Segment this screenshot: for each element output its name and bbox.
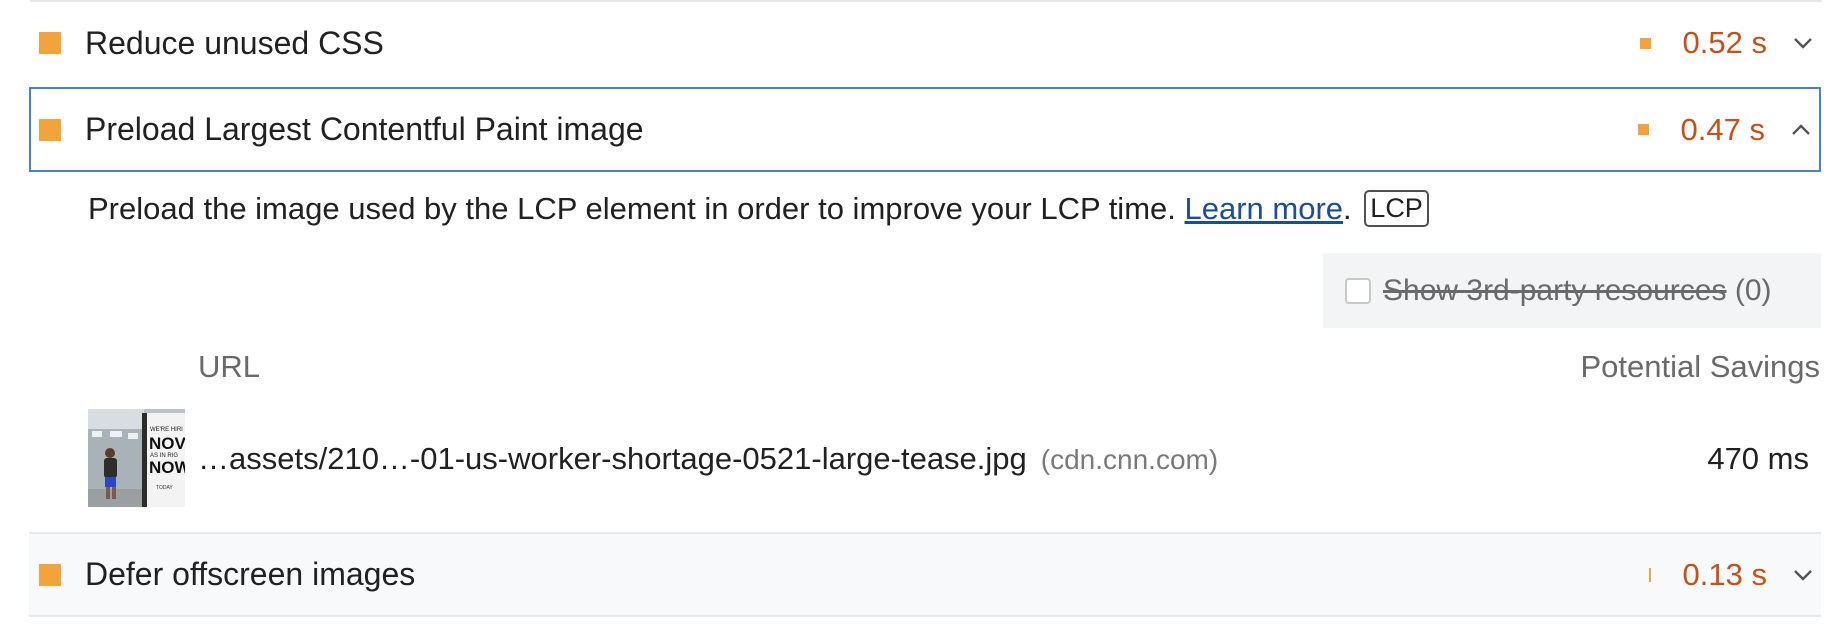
- resource-host: (cdn.cnn.com): [1040, 444, 1219, 475]
- audit-title: Reduce unused CSS: [85, 24, 384, 61]
- average-score-icon: [39, 118, 61, 141]
- third-party-filter[interactable]: Show 3rd-party resources (0): [1323, 253, 1821, 328]
- chevron-down-icon[interactable]: [1785, 25, 1821, 61]
- column-header-savings: Potential Savings: [1580, 349, 1820, 384]
- potential-savings-value: 470 ms: [1707, 441, 1809, 476]
- resource-url-path: …assets/210…-01-us-worker-shortage-0521-…: [198, 441, 1027, 476]
- thumb-text-2: NOV: [149, 434, 185, 453]
- third-party-filter-label: Show 3rd-party resources (0): [1383, 274, 1772, 308]
- chevron-down-icon[interactable]: [1785, 557, 1821, 593]
- audit-row-defer-offscreen-images[interactable]: Defer offscreen images 0.13 s: [29, 532, 1821, 617]
- average-score-icon: [39, 563, 61, 586]
- third-party-checkbox[interactable]: [1345, 277, 1371, 304]
- learn-more-link[interactable]: Learn more: [1185, 191, 1344, 226]
- audit-value: 0.47 s: [1680, 111, 1765, 147]
- filter-label-text: Show 3rd-party resources: [1383, 273, 1727, 307]
- resource-url: …assets/210…-01-us-worker-shortage-0521-…: [198, 441, 1218, 477]
- audit-row-reduce-unused-css[interactable]: Reduce unused CSS 0.52 s: [29, 1, 1821, 85]
- filter-count: (0): [1734, 273, 1772, 307]
- thumb-text-4: NOW: [149, 458, 185, 477]
- lcp-image-thumbnail: WE'RE HIRI NOV AS IN RIG NOW TODAY: [88, 409, 185, 507]
- description-text: Preload the image used by the LCP elemen…: [88, 191, 1176, 226]
- audit-value: 0.52 s: [1682, 25, 1767, 60]
- column-header-url: URL: [198, 349, 261, 384]
- average-score-icon: [39, 32, 61, 54]
- audit-title: Defer offscreen images: [85, 556, 416, 592]
- table-row: WE'RE HIRI NOV AS IN RIG NOW TODAY …asse…: [88, 409, 1821, 507]
- audit-description: Preload the image used by the LCP elemen…: [88, 190, 1429, 227]
- savings-bar: [1637, 124, 1649, 135]
- audit-value: 0.13 s: [1682, 556, 1767, 592]
- thumb-text-1: WE'RE HIRI: [150, 427, 183, 433]
- description-period: .: [1343, 191, 1352, 226]
- audit-row-preload-lcp-image[interactable]: Preload Largest Contentful Paint image 0…: [29, 87, 1821, 172]
- thumb-text-5: TODAY: [156, 485, 173, 491]
- chevron-up-icon[interactable]: [1783, 112, 1819, 148]
- savings-bar: [1639, 37, 1651, 49]
- savings-bar: [1648, 567, 1651, 582]
- lcp-badge: LCP: [1364, 190, 1429, 227]
- audit-title: Preload Largest Contentful Paint image: [85, 111, 644, 147]
